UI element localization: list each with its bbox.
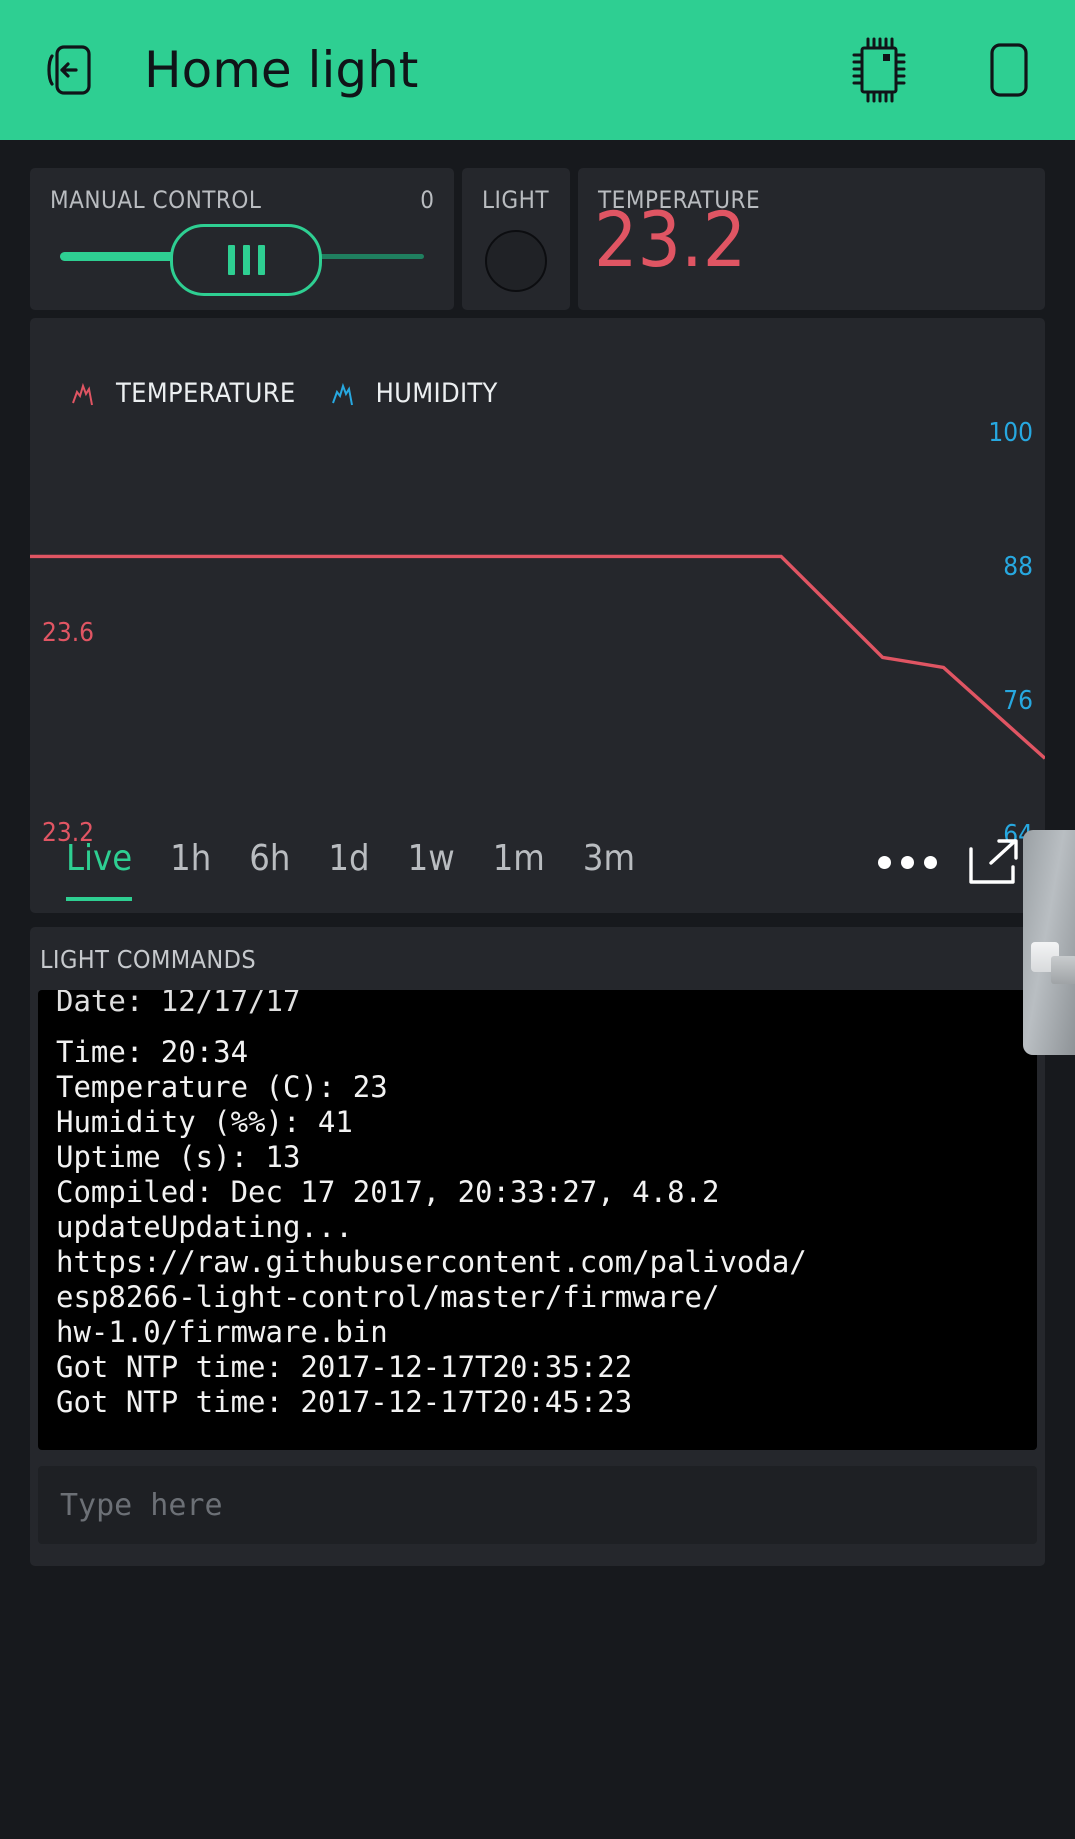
scroll-thumb-secondary[interactable] [1051, 956, 1075, 984]
terminal-line: Got NTP time: 2017-12-17T20:45:23 [56, 1385, 633, 1419]
tab-live[interactable]: Live [66, 838, 133, 901]
header-actions [841, 0, 1047, 140]
back-arrow-device-icon [47, 45, 91, 95]
app-header: Home light [0, 0, 1075, 140]
manual-control-label: MANUAL CONTROL [50, 186, 262, 214]
tab-1d[interactable]: 1d [328, 838, 369, 893]
slider-track-fill [60, 252, 178, 261]
terminal-line: Date: 12/17/17 [56, 990, 301, 1018]
right-edge-scroll-overlay[interactable] [1023, 830, 1075, 1055]
microchip-button[interactable] [841, 32, 917, 108]
temperature-value: 23.2 [594, 195, 747, 284]
handle-grip-bar [227, 245, 235, 275]
device-button[interactable] [971, 32, 1047, 108]
light-widget[interactable]: LIGHT [462, 168, 570, 310]
slider-track[interactable] [60, 224, 424, 296]
terminal-line: hw-1.0/firmware.bin [56, 1315, 388, 1349]
tab-6h[interactable]: 6h [249, 838, 290, 893]
ellipsis-dot [878, 855, 891, 869]
tab-1h[interactable]: 1h [170, 838, 211, 893]
terminal-line: https://raw.githubusercontent.com/palivo… [56, 1245, 807, 1279]
phone-outline-icon [990, 43, 1028, 97]
terminal-line: Time: 20:34 [56, 1035, 249, 1069]
tab-1m[interactable]: 1m [493, 838, 545, 893]
light-led-indicator [485, 230, 547, 292]
terminal-line: Humidity (%%): 41 [56, 1105, 353, 1139]
terminal-output[interactable]: Date: 12/17/17 Time: 20:34 Temperature (C)… [38, 990, 1037, 1450]
chart-actions [878, 837, 1021, 887]
terminal-line: Uptime (s): 13 [56, 1140, 301, 1174]
terminal-input-placeholder: Type here [60, 1487, 223, 1523]
tab-3m[interactable]: 3m [583, 838, 635, 893]
terminal-line: esp8266-light-control/master/firmware/ [56, 1280, 720, 1314]
ellipsis-dot [901, 855, 914, 869]
chart-plot-area [30, 318, 1045, 818]
dashboard-body: MANUAL CONTROL 0 LIGHT TEMPERATURE 23.2 [0, 140, 1075, 1566]
handle-grip-bar [257, 245, 265, 275]
widget-row: MANUAL CONTROL 0 LIGHT TEMPERATURE 23.2 [0, 140, 1075, 310]
ellipsis-dot [924, 855, 937, 869]
terminal-line: updateUpdating... [56, 1210, 353, 1244]
light-commands-title: LIGHT COMMANDS [40, 945, 257, 974]
light-commands-card: LIGHT COMMANDS Date: 12/17/17 Time: 20:34… [30, 927, 1045, 1566]
temperature-widget[interactable]: TEMPERATURE 23.2 [578, 168, 1045, 310]
manual-control-value: 0 [420, 186, 434, 214]
tab-1w[interactable]: 1w [408, 838, 455, 893]
ellipsis-icon[interactable] [878, 855, 937, 869]
handle-grip-bar [242, 245, 250, 275]
page-title: Home light [144, 41, 419, 99]
terminal-line: Got NTP time: 2017-12-17T20:35:22 [56, 1350, 633, 1384]
back-button[interactable] [36, 34, 108, 106]
light-label: LIGHT [482, 186, 550, 214]
terminal-input[interactable]: Type here [38, 1466, 1037, 1544]
manual-control-widget[interactable]: MANUAL CONTROL 0 [30, 168, 454, 310]
terminal-line: Compiled: Dec 17 2017, 20:33:27, 4.8.2 [56, 1175, 720, 1209]
expand-external-icon[interactable] [967, 837, 1021, 887]
microchip-icon [852, 37, 906, 103]
slider-handle[interactable] [170, 224, 322, 296]
terminal-line: Temperature (C): 23 [56, 1070, 388, 1104]
sensor-chart-card[interactable]: TEMPERATURE HUMIDITY 100 88 76 64 23.6 2… [30, 318, 1045, 913]
